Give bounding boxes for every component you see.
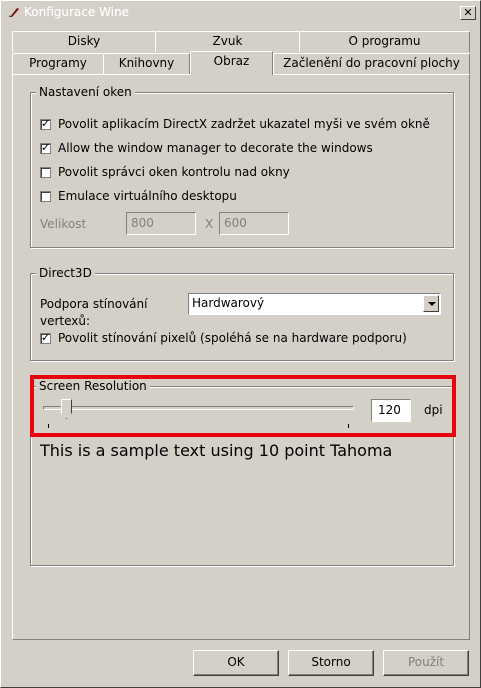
vertex-shader-select[interactable]: Hardwarový	[188, 293, 441, 315]
checkbox-virtual-desktop[interactable]	[40, 191, 51, 202]
checkbox-wm-control[interactable]	[40, 167, 51, 178]
direct3d-legend: Direct3D	[36, 266, 95, 280]
window-settings-legend: Nastavení oken	[36, 85, 135, 99]
checkbox-wm-decorate-label: Allow the window manager to decorate the…	[58, 141, 373, 155]
screen-resolution-legend: Screen Resolution	[36, 379, 150, 393]
sample-text: This is a sample text using 10 point Tah…	[40, 441, 393, 460]
size-x-label: X	[205, 217, 214, 231]
dpi-slider-track[interactable]	[43, 406, 354, 410]
apply-button[interactable]: Použít	[383, 650, 469, 676]
checkbox-virtual-desktop-label: Emulace virtuálního desktopu	[58, 189, 237, 203]
vertex-shader-label: Podpora stínování vertexů:	[40, 297, 148, 328]
ok-button[interactable]: OK	[193, 650, 279, 676]
dpi-unit-label: dpi	[424, 403, 443, 417]
checkbox-directx-mouse[interactable]	[40, 117, 51, 131]
slider-tick-max	[348, 424, 349, 428]
checkbox-pixel-shader[interactable]	[40, 331, 51, 345]
checkbox-pixel-shader-label: Povolit stínování pixelů (spoléhá se na …	[58, 331, 407, 345]
checkbox-wm-control-label: Povolit správci oken kontrolu nad okny	[58, 165, 290, 179]
desktop-height-field[interactable]: 600	[219, 212, 289, 235]
checkbox-directx-mouse-label: Povolit aplikacím DirectX zadržet ukazat…	[58, 117, 430, 131]
slider-tick-min	[48, 424, 49, 428]
desktop-width-field[interactable]: 800	[126, 212, 196, 235]
desktop-size-label: Velikost	[40, 217, 87, 231]
checkbox-wm-decorate[interactable]	[40, 141, 51, 155]
dpi-input[interactable]: 120	[371, 399, 411, 422]
cancel-button[interactable]: Storno	[288, 650, 374, 676]
chevron-down-icon[interactable]	[423, 295, 439, 312]
vertex-shader-value: Hardwarový	[192, 296, 265, 310]
